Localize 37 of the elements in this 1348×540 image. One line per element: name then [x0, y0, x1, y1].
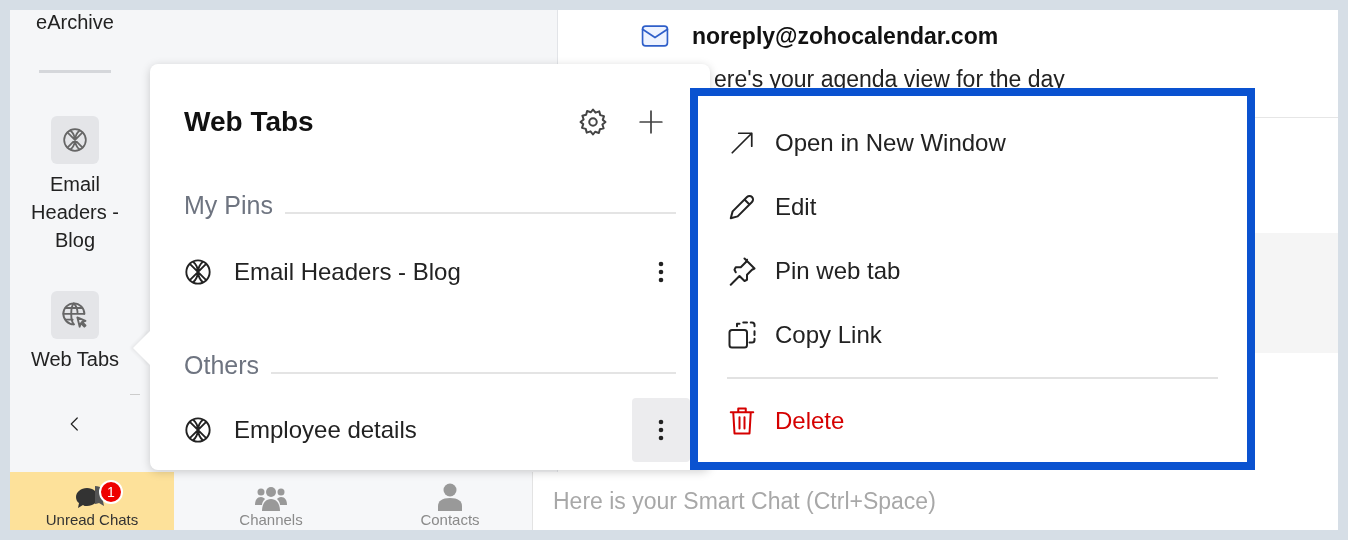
- smart-chat-field[interactable]: Here is your Smart Chat (Ctrl+Space): [532, 472, 1338, 530]
- more-icon: [658, 261, 664, 283]
- menu-item[interactable]: Copy Link: [727, 303, 1218, 367]
- globe-icon: [184, 258, 212, 286]
- unread-badge: 1: [99, 480, 123, 504]
- trash-icon: [727, 406, 757, 436]
- pencil-icon: [727, 192, 757, 222]
- popover-title: Web Tabs: [184, 106, 315, 138]
- arrow-icon: [729, 130, 755, 156]
- sidebar-label[interactable]: Email Headers - Blog: [25, 170, 125, 254]
- web-tab-link[interactable]: Email Headers - Blog: [234, 258, 610, 286]
- add-icon: [638, 109, 664, 135]
- menu-item[interactable]: Open in New Window: [727, 111, 1218, 175]
- pin-icon: [727, 256, 757, 286]
- sender-address: noreply@zohocalendar.com: [692, 22, 999, 50]
- menu-item[interactable]: Delete: [727, 389, 1218, 453]
- globe-icon: [62, 127, 88, 153]
- sidebar-label[interactable]: eArchive: [36, 10, 114, 34]
- more-icon: [658, 419, 664, 441]
- sidebar-tile[interactable]: [51, 116, 99, 164]
- person-icon: [437, 483, 463, 511]
- envelope-icon: [640, 22, 670, 50]
- copy-icon: [727, 319, 757, 351]
- settings-icon: [578, 107, 608, 137]
- bottom-tab[interactable]: Unread Chats 1: [10, 472, 174, 530]
- section-heading: Others: [184, 351, 260, 380]
- globe-cursor-icon: [61, 301, 89, 329]
- menu-item[interactable]: Pin web tab: [727, 239, 1218, 303]
- settings-button[interactable]: [578, 107, 608, 137]
- add-button[interactable]: [638, 109, 664, 135]
- section-heading: My Pins: [184, 191, 273, 220]
- globe-icon: [184, 416, 212, 444]
- web-tab-link[interactable]: Employee details: [234, 416, 610, 444]
- group-icon: [255, 485, 287, 511]
- sidebar-label[interactable]: Web Tabs: [30, 345, 120, 373]
- sidebar-tile[interactable]: [51, 291, 99, 339]
- menu-item[interactable]: Edit: [727, 175, 1218, 239]
